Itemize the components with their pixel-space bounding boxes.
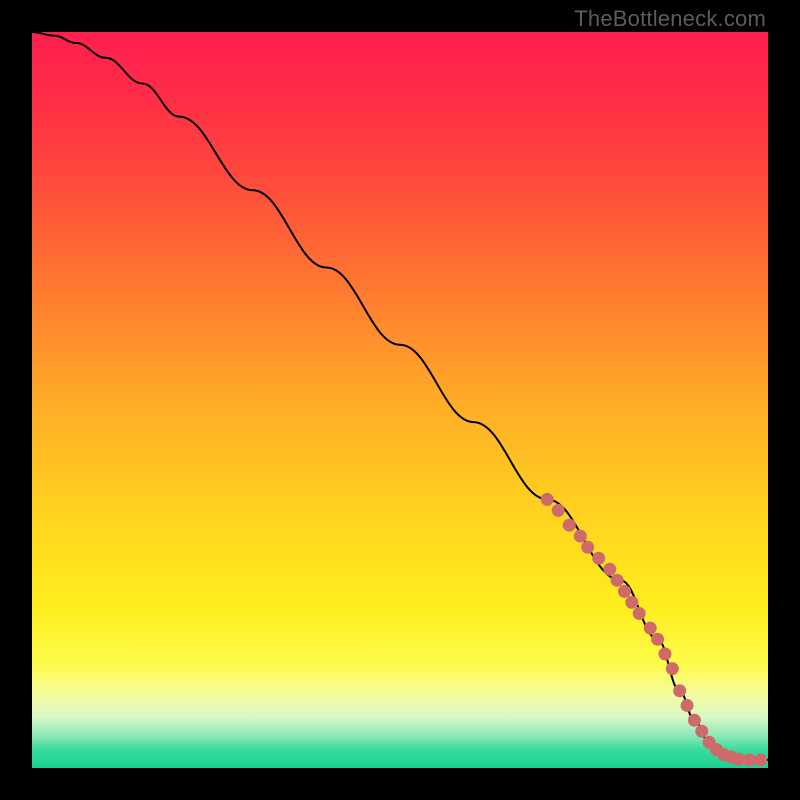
gradient-background xyxy=(32,32,768,768)
highlight-point xyxy=(592,552,605,565)
watermark-text: TheBottleneck.com xyxy=(574,6,766,32)
highlight-point xyxy=(618,585,631,598)
chart-svg xyxy=(32,32,768,768)
highlight-point xyxy=(695,725,708,738)
highlight-point xyxy=(625,596,638,609)
highlight-point xyxy=(681,699,694,712)
highlight-point xyxy=(651,633,664,646)
highlight-point xyxy=(633,607,646,620)
highlight-point xyxy=(732,753,745,766)
highlight-point xyxy=(541,493,554,506)
highlight-point xyxy=(658,647,671,660)
highlight-point xyxy=(666,662,679,675)
highlight-point xyxy=(611,574,624,587)
highlight-point xyxy=(688,714,701,727)
highlight-point xyxy=(644,622,657,635)
highlight-point xyxy=(581,541,594,554)
highlight-point xyxy=(754,753,767,766)
highlight-point xyxy=(563,519,576,532)
highlight-point xyxy=(673,684,686,697)
chart-frame xyxy=(32,32,768,768)
highlight-point xyxy=(552,504,565,517)
highlight-point xyxy=(603,563,616,576)
highlight-point xyxy=(574,530,587,543)
